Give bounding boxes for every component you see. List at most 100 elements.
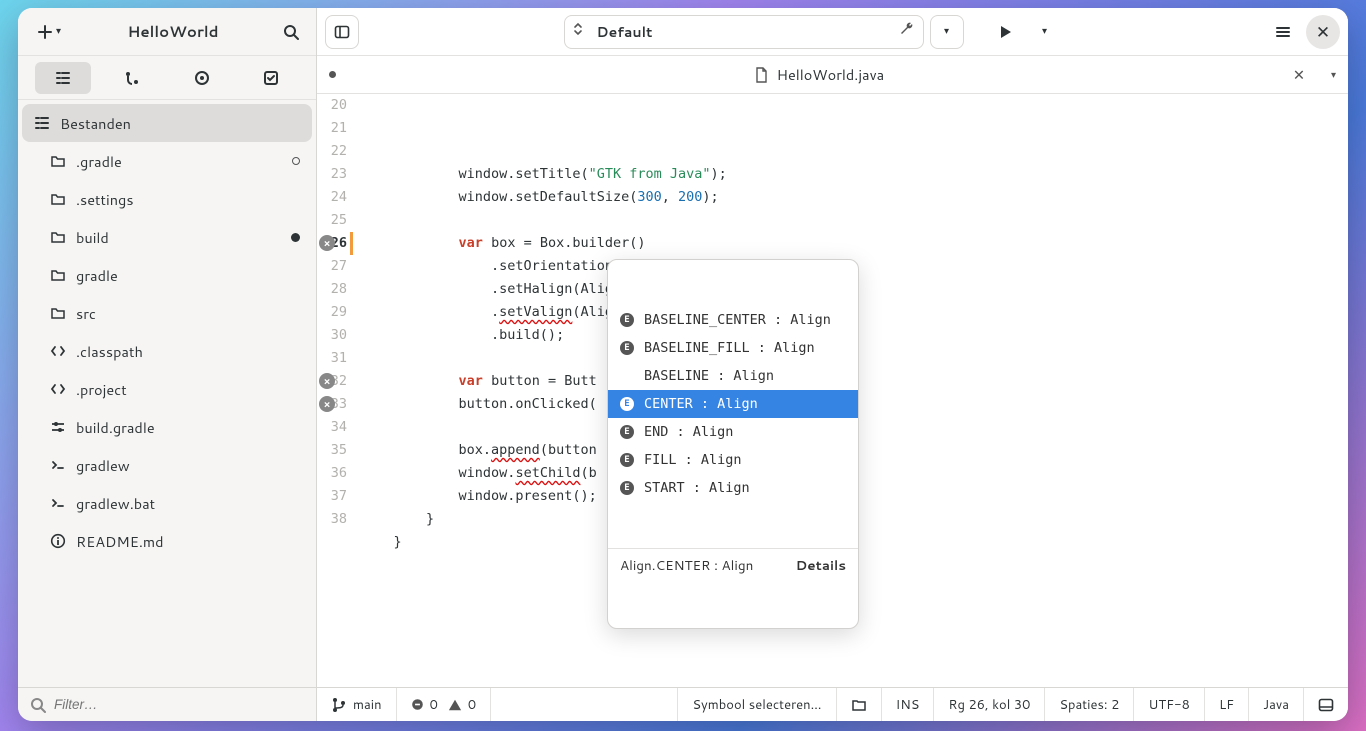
code-icon [50,343,66,359]
toggle-sidebar-button[interactable] [325,15,359,49]
status-symbol[interactable]: Symbool selecteren… [677,688,835,721]
tree-item[interactable]: .project [22,370,312,408]
run-button[interactable] [988,15,1022,49]
sidebar: ▾ HelloWorld Bestanden.gradle.settingsbu… [18,8,317,721]
editor-tab[interactable]: HelloWorld.java [356,64,1281,85]
status-position[interactable]: Rg 26, kol 30 [933,688,1044,721]
folder-icon [50,153,66,169]
search-icon [30,697,46,713]
tree-item[interactable]: .gradle [22,142,312,180]
gutter: 202122232425×262728293031×32×33343536373… [317,94,361,687]
tree-item[interactable]: .classpath [22,332,312,370]
status-diagnostics[interactable]: 0 0 [396,688,491,721]
status-eol[interactable]: LF [1204,688,1248,721]
file-tree: Bestanden.gradle.settingsbuildgradlesrc.… [18,100,316,687]
run-config-label: Default [597,22,653,42]
tree-root[interactable]: Bestanden [22,104,312,142]
enum-icon: E [620,481,634,495]
run-config-selector[interactable]: Default [564,15,924,49]
completion-details-button[interactable]: Details [796,554,846,577]
editor-tabbar: HelloWorld.java ✕ ▾ [317,56,1348,94]
tree-item[interactable]: README.md [22,522,312,560]
tab-close-button[interactable]: ✕ [1293,64,1305,85]
sidebar-header: ▾ HelloWorld [18,8,316,56]
status-dot-icon [291,233,300,242]
status-dot-icon [292,157,300,165]
tree-item[interactable]: gradlew.bat [22,484,312,522]
completion-item[interactable]: EBASELINE_FILL : Align [608,334,858,362]
tree-item[interactable]: gradlew [22,446,312,484]
tree-item[interactable]: .settings [22,180,312,218]
list-icon [34,115,50,131]
status-insert-mode[interactable]: INS [881,688,934,721]
wrench-icon [899,21,915,42]
completion-item[interactable]: EBASELINE_CENTER : Align [608,306,858,334]
status-panel-toggle[interactable] [1303,688,1348,721]
sidebar-tab-files[interactable] [35,62,91,94]
enum-icon: E [620,397,634,411]
folder-icon [851,697,867,713]
completion-footer-text: Align.CENTER : Align [620,554,753,577]
tab-filename: HelloWorld.java [777,64,885,85]
sidebar-filter [18,687,316,721]
status-language[interactable]: Java [1248,688,1303,721]
run-menu-button[interactable]: ▾ [1028,15,1062,49]
completion-item[interactable]: EEND : Align [608,418,858,446]
error-badge-icon: × [319,373,335,389]
sidebar-tab-todo[interactable] [243,62,299,94]
change-bar-icon [350,232,353,255]
error-icon [411,698,424,711]
tab-menu-button[interactable]: ▾ [1331,68,1336,82]
completion-item[interactable]: EFILL : Align [608,446,858,474]
enum-icon: E [620,425,634,439]
code-icon [50,381,66,397]
folder-icon [50,305,66,321]
main-area: Default ▾ ▾ ✕ HelloWorld.java ✕ [317,8,1348,721]
editor[interactable]: 202122232425×262728293031×32×33343536373… [317,94,1348,687]
folder-icon [50,267,66,283]
hamburger-button[interactable] [1266,15,1300,49]
config-menu-button[interactable]: ▾ [930,15,964,49]
code-area[interactable]: window.setTitle("GTK from Java"); window… [361,94,1348,687]
file-icon [753,67,769,83]
panel-icon [1318,697,1334,713]
slider-icon [50,419,66,435]
modified-indicator-icon [329,71,336,78]
sidebar-tabs [18,56,316,100]
status-indentation[interactable]: Spaties: 2 [1044,688,1133,721]
filter-input[interactable] [54,697,304,712]
project-title: HelloWorld [76,21,270,42]
term-icon [50,457,66,473]
tree-item[interactable]: build [22,218,312,256]
tree-item[interactable]: src [22,294,312,332]
statusbar: main 0 0 Symbool selecteren… INS Rg 26, … [317,687,1348,721]
status-spacer [490,688,677,721]
close-window-button[interactable]: ✕ [1306,15,1340,49]
app-window: ▾ HelloWorld Bestanden.gradle.settingsbu… [18,8,1348,721]
tree-item[interactable]: build.gradle [22,408,312,446]
new-button[interactable]: ▾ [26,15,72,49]
sidebar-tab-targets[interactable] [174,62,230,94]
completion-item[interactable]: ESTART : Align [608,474,858,502]
term-icon [50,495,66,511]
sidebar-tab-vcs[interactable] [104,62,160,94]
updown-icon [573,21,583,42]
error-badge-icon: × [319,396,335,412]
status-encoding[interactable]: UTF-8 [1133,688,1204,721]
completion-item[interactable]: BASELINE : Align [608,362,858,390]
completion-popup: EBASELINE_CENTER : AlignEBASELINE_FILL :… [607,259,859,629]
status-branch[interactable]: main [317,688,396,721]
enum-icon: E [620,453,634,467]
enum-icon: E [620,341,634,355]
enum-icon: E [620,313,634,327]
error-badge-icon: × [319,235,335,251]
status-open-folder[interactable] [836,688,881,721]
warning-icon [448,698,462,712]
folder-icon [50,229,66,245]
folder-icon [50,191,66,207]
completion-item[interactable]: ECENTER : Align [608,390,858,418]
search-button[interactable] [274,15,308,49]
main-header: Default ▾ ▾ ✕ [317,8,1348,56]
tree-item[interactable]: gradle [22,256,312,294]
branch-icon [331,697,347,713]
